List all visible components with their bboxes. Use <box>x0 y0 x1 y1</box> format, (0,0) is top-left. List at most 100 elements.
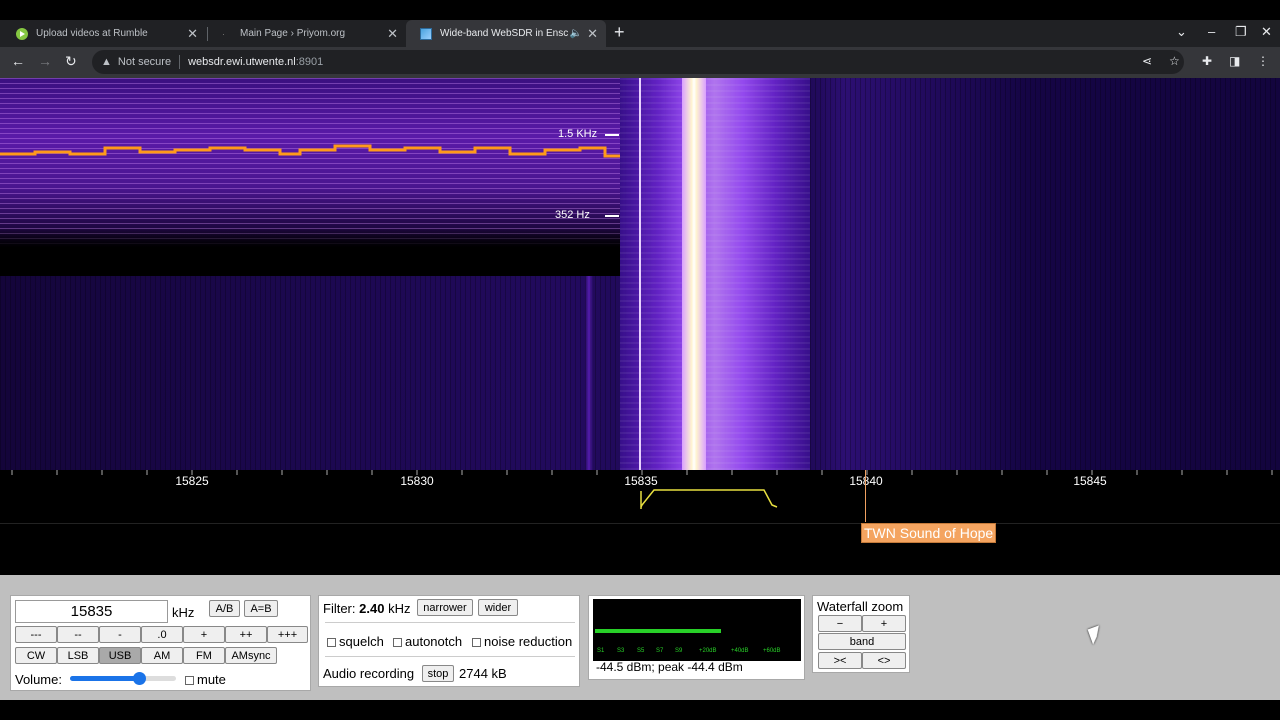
wider-button[interactable]: wider <box>478 599 518 616</box>
reload-icon[interactable]: ↻ <box>65 53 77 70</box>
control-panel: kHz A/B A=B --- -- - .0 + ++ +++ CW LSB … <box>0 575 1280 700</box>
volume-slider[interactable] <box>70 672 176 685</box>
waterfall-display[interactable]: 1.5 KHz 352 Hz <box>0 78 1280 470</box>
station-marker-line <box>865 470 866 522</box>
mode-usb-button[interactable]: USB <box>99 647 141 664</box>
address-bar[interactable]: ▲ Not secure websdr.ewi.utwente.nl:8901 <box>92 50 1184 74</box>
new-tab-plus-icon[interactable]: + <box>614 22 625 43</box>
tuning-box: kHz A/B A=B --- -- - .0 + ++ +++ CW LSB … <box>10 595 311 691</box>
mute-checkbox-box[interactable] <box>185 676 194 686</box>
forward-arrow-icon[interactable]: → <box>38 53 52 69</box>
recording-size: 2744 kB <box>459 666 507 681</box>
tab-title: Main Page › Priyom.org <box>240 28 346 39</box>
speaker-icon[interactable]: 🔈 <box>570 28 582 39</box>
station-label[interactable]: TWN Sound of Hope <box>861 523 997 543</box>
back-arrow-icon[interactable]: ← <box>11 53 25 69</box>
websdr-favicon-icon <box>420 27 432 40</box>
stop-recording-button[interactable]: stop <box>422 665 454 682</box>
scale-label: 15840 <box>849 474 883 488</box>
close-tab-icon[interactable]: ✕ <box>587 26 598 42</box>
tab-priyom[interactable]: · Main Page › Priyom.org ✕ <box>208 20 406 47</box>
extensions-puzzle-icon[interactable]: ✚ <box>1202 54 1212 68</box>
signal-band <box>620 78 810 470</box>
spectrogram-label-low: 352 Hz <box>555 209 590 221</box>
tab-rumble[interactable]: Upload videos at Rumble ✕ <box>2 20 206 47</box>
close-tab-icon[interactable]: ✕ <box>187 26 198 42</box>
band-button[interactable]: band <box>818 633 906 650</box>
rumble-favicon-icon <box>16 27 28 40</box>
step-down-3-button[interactable]: --- <box>15 626 57 643</box>
spectrogram-marker-high <box>605 134 619 136</box>
url-port[interactable]: :8901 <box>296 56 324 68</box>
zoom-in-button[interactable]: + <box>862 615 906 632</box>
autonotch-checkbox-box[interactable] <box>393 638 402 648</box>
strong-signal-core <box>682 78 706 470</box>
menu-kebab-icon[interactable]: ⋮ <box>1257 54 1269 68</box>
frequency-input[interactable] <box>15 600 168 623</box>
side-panel-icon[interactable]: ◨ <box>1229 54 1240 68</box>
volume-slider-thumb[interactable] <box>132 672 146 685</box>
tab-title: Upload videos at Rumble <box>36 28 148 39</box>
restore-icon[interactable]: ❐ <box>1235 24 1247 40</box>
tab-search-chevron-icon[interactable]: ⌄ <box>1176 24 1187 40</box>
filter-unit: kHz <box>388 601 411 616</box>
smeter-scale-label: S9 <box>675 648 683 654</box>
scale-label: 15845 <box>1073 474 1107 488</box>
filter-box: Filter: 2.40 kHz narrower wider squelch … <box>318 595 580 687</box>
filter-divider <box>325 656 575 657</box>
close-window-icon[interactable]: ✕ <box>1261 24 1272 40</box>
tab-websdr[interactable]: Wide-band WebSDR in Ensche 🔈 ✕ <box>406 20 606 47</box>
step-up-3-button[interactable]: +++ <box>267 626 308 643</box>
step-down-2-button[interactable]: -- <box>57 626 99 643</box>
smeter-scale-label: S5 <box>637 648 645 654</box>
passband-filter-shape[interactable] <box>638 485 780 509</box>
scale-divider <box>0 523 1280 524</box>
narrow-view-button[interactable]: >< <box>818 652 862 669</box>
mode-lsb-button[interactable]: LSB <box>57 647 99 664</box>
minimize-icon[interactable]: – <box>1208 24 1215 39</box>
spectrogram-label-high: 1.5 KHz <box>558 128 598 140</box>
filter-value: 2.40 <box>359 601 385 616</box>
mode-am-button[interactable]: AM <box>141 647 183 664</box>
noise-reduction-checkbox-box[interactable] <box>472 638 481 648</box>
omnibox-divider <box>179 55 181 69</box>
squelch-checkbox-box[interactable] <box>327 638 336 648</box>
step-up-2-button[interactable]: ++ <box>225 626 267 643</box>
autonotch-checkbox[interactable]: autonotch <box>393 634 462 649</box>
a-equals-b-button[interactable]: A=B <box>244 600 278 617</box>
filter-label-text: Filter: <box>323 601 356 616</box>
mode-amsync-button[interactable]: AMsync <box>225 647 277 664</box>
squelch-checkbox[interactable]: squelch <box>327 634 384 649</box>
frequency-scale[interactable]: 15825 15830 15835 15840 15845 TWN Sound … <box>0 470 1280 575</box>
mute-label: mute <box>197 672 226 687</box>
wide-view-button[interactable]: <> <box>862 652 906 669</box>
narrower-button[interactable]: narrower <box>417 599 473 616</box>
spectrogram-marker-low <box>605 215 619 217</box>
mode-cw-button[interactable]: CW <box>15 647 57 664</box>
noise-reduction-checkbox[interactable]: noise reduction <box>472 634 572 649</box>
warning-triangle-icon[interactable]: ▲ <box>101 56 112 68</box>
scale-label: 15830 <box>400 474 434 488</box>
url-host[interactable]: websdr.ewi.utwente.nl <box>188 56 296 68</box>
round-frequency-button[interactable]: .0 <box>141 626 183 643</box>
carrier-line <box>639 78 641 470</box>
noise-reduction-label: noise reduction <box>484 634 573 649</box>
browser-toolbar: ← → ↻ ▲ Not secure websdr.ewi.utwente.nl… <box>0 47 1280 78</box>
bookmark-star-icon[interactable]: ☆ <box>1169 54 1180 68</box>
waterfall-zoom-box: Waterfall zoom − + band >< <> <box>812 595 910 673</box>
ab-button[interactable]: A/B <box>209 600 240 617</box>
share-icon[interactable]: ⋖ <box>1142 54 1152 68</box>
smeter-scale-label: S3 <box>617 648 625 654</box>
security-status[interactable]: Not secure <box>118 56 171 68</box>
mute-checkbox[interactable]: mute <box>185 672 226 687</box>
signal-meter-bar <box>595 629 721 633</box>
mode-fm-button[interactable]: FM <box>183 647 225 664</box>
close-tab-icon[interactable]: ✕ <box>387 26 398 42</box>
signal-reading: -44.5 dBm; peak -44.4 dBm <box>596 660 743 674</box>
bottom-bar <box>0 700 1280 720</box>
filter-divider <box>325 622 575 623</box>
step-down-1-button[interactable]: - <box>99 626 141 643</box>
step-up-1-button[interactable]: + <box>183 626 225 643</box>
smeter-scale-label: +40dB <box>731 648 749 654</box>
zoom-out-button[interactable]: − <box>818 615 862 632</box>
